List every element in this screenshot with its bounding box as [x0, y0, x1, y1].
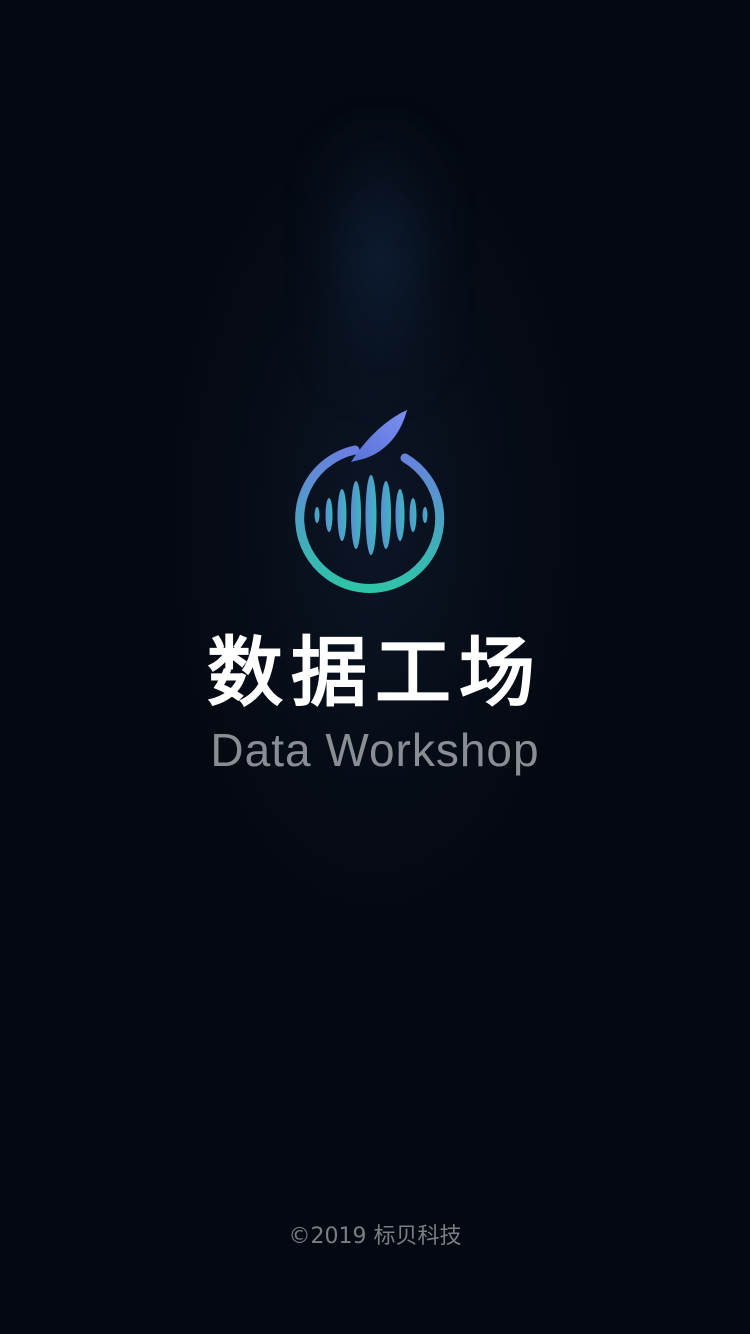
- app-title-english: Data Workshop: [210, 724, 540, 776]
- background-glow: [300, 110, 460, 410]
- waveform-circle-logo-icon: [295, 410, 445, 593]
- app-title-chinese: 数据工场: [207, 628, 543, 717]
- splash-screen: 数据工场 Data Workshop ©2019 标贝科技: [0, 0, 750, 1334]
- copyright-footer: ©2019 标贝科技: [288, 1224, 462, 1249]
